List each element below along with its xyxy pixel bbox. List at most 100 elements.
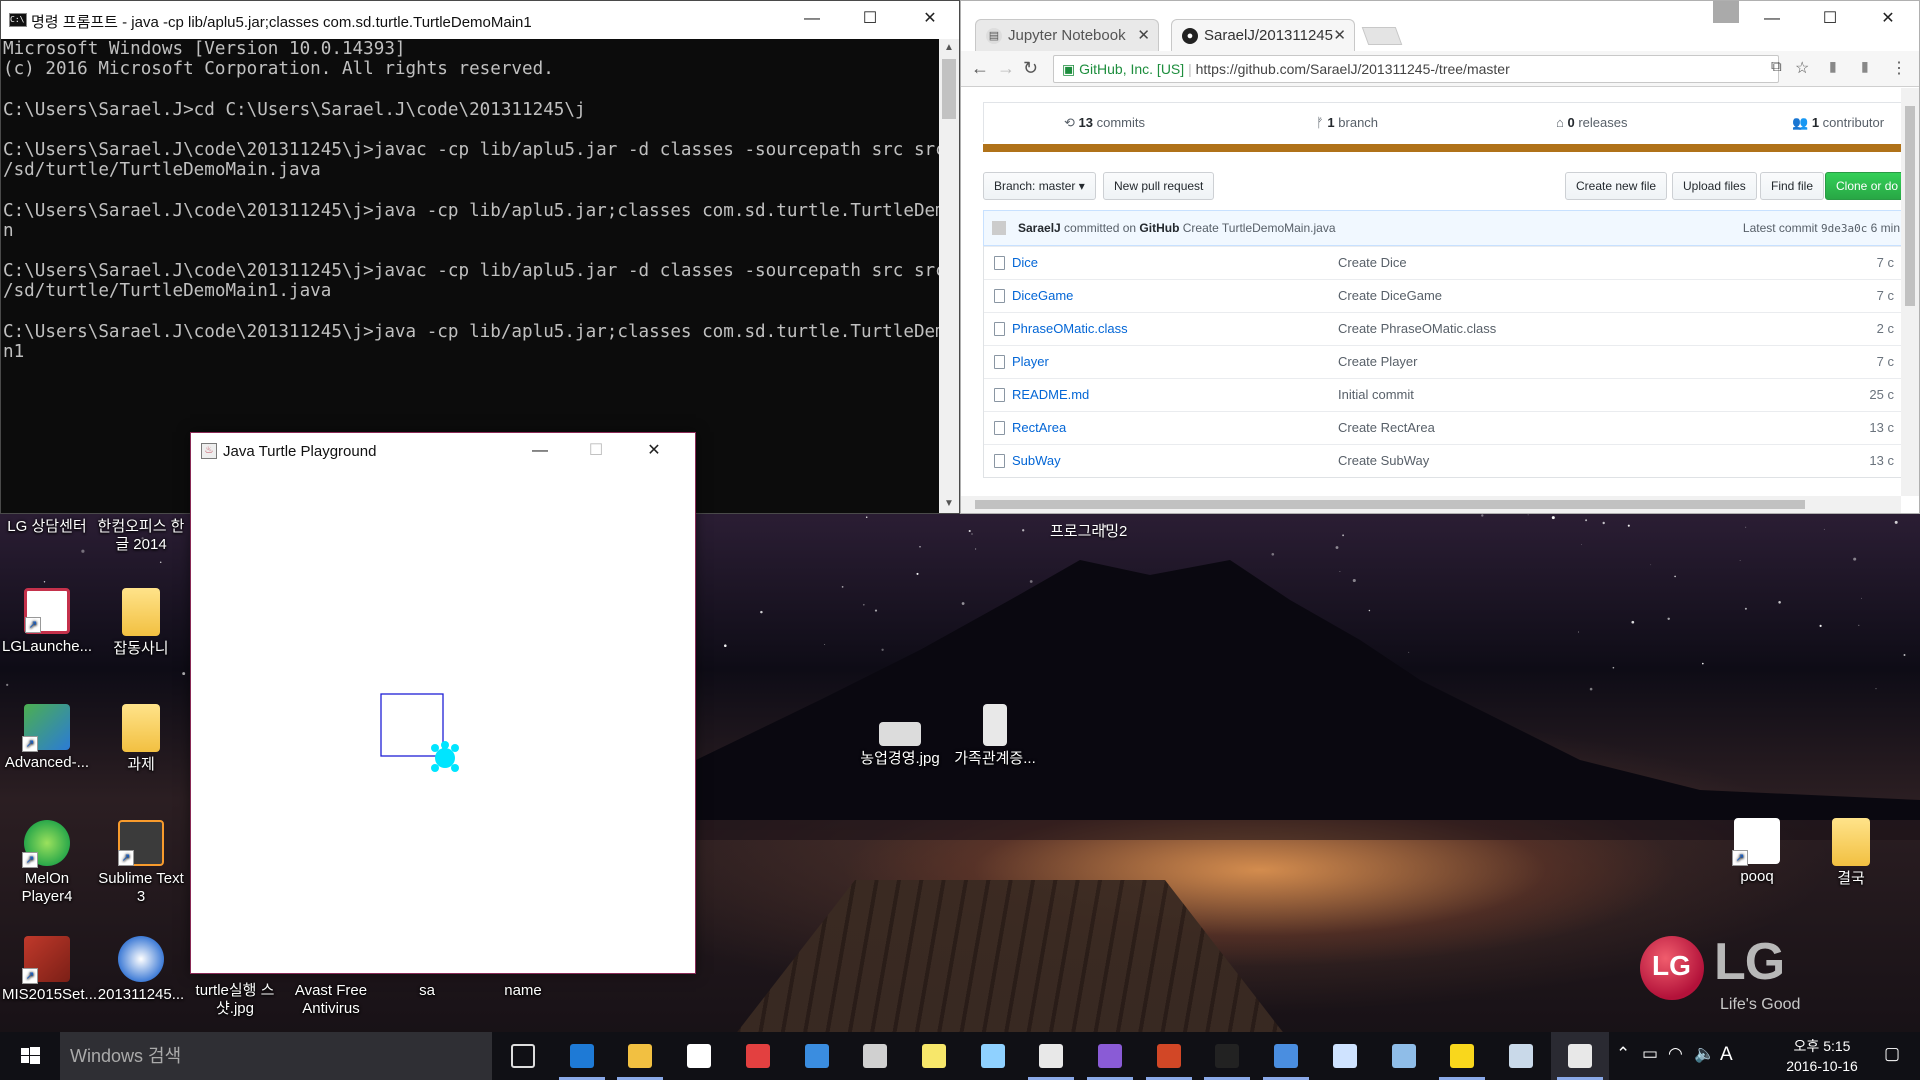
desktop-icon-name[interactable]: name — [478, 982, 568, 1000]
desktop-icon-avast[interactable]: Avast Free Antivirus — [286, 982, 376, 1018]
file-commit-message[interactable]: Create SubWay — [1338, 453, 1429, 468]
taskbar-cmd-button[interactable] — [1198, 1032, 1256, 1080]
desktop-icon-lg-center[interactable]: LG 상담센터 — [2, 518, 92, 536]
taskbar-photo-button[interactable] — [1316, 1032, 1374, 1080]
file-name-link[interactable]: README.md — [1012, 387, 1089, 402]
file-row[interactable]: Dice Create Dice 7 c — [984, 246, 1901, 279]
file-row[interactable]: PhraseOMatic.class Create PhraseOMatic.cl… — [984, 312, 1901, 345]
minimize-button[interactable]: — — [517, 433, 563, 469]
taskbar-kakaotalk-button[interactable] — [1433, 1032, 1491, 1080]
wifi-icon[interactable]: ◠ — [1668, 1044, 1683, 1064]
extension-icon[interactable]: ▮ — [1829, 58, 1837, 75]
desktop-icon-melon[interactable]: MelOn Player4 — [2, 820, 92, 906]
file-name-link[interactable]: DiceGame — [1012, 288, 1073, 303]
close-button[interactable]: ✕ — [631, 433, 677, 469]
file-row[interactable]: SubWay Create SubWay 13 c — [984, 444, 1901, 477]
desktop-icon-folder-japdong[interactable]: 잡동사니 — [96, 588, 186, 658]
close-button[interactable]: ✕ — [1865, 1, 1911, 37]
tab-jupyter[interactable]: ▤ Jupyter Notebook ✕ — [975, 19, 1159, 51]
taskbar-sticky-notes-button[interactable] — [905, 1032, 963, 1080]
scroll-thumb[interactable] — [975, 500, 1805, 509]
battery-icon[interactable]: ▭ — [1642, 1044, 1658, 1064]
back-icon[interactable]: ← — [971, 58, 989, 79]
file-commit-message[interactable]: Create Player — [1338, 354, 1417, 369]
commits-stat[interactable]: ⟲ 13 commits — [1064, 115, 1145, 131]
file-commit-message[interactable]: Initial commit — [1338, 387, 1414, 402]
page-vertical-scrollbar[interactable] — [1901, 88, 1919, 496]
taskbar-powerpoint-button[interactable] — [1140, 1032, 1198, 1080]
taskbar-file-explorer-button[interactable] — [611, 1032, 669, 1080]
taskbar-store-button[interactable] — [670, 1032, 728, 1080]
desktop-icon-zip[interactable]: 201311245... — [96, 936, 186, 1004]
file-commit-message[interactable]: Create RectArea — [1338, 420, 1435, 435]
scroll-up-icon[interactable]: ▲ — [939, 39, 959, 57]
taskbar-task-view-button[interactable] — [494, 1032, 552, 1080]
upload-files-button[interactable]: Upload files — [1672, 172, 1757, 200]
file-commit-message[interactable]: Create DiceGame — [1338, 288, 1442, 303]
desktop-icon-mis2015[interactable]: MIS2015Set... — [2, 936, 97, 1004]
cmd-title-bar[interactable]: C:\ 명령 프롬프트 - java -cp lib/aplu5.jar;cla… — [1, 1, 959, 39]
cmd-vertical-scrollbar[interactable]: ▲ ▼ — [939, 39, 959, 513]
address-bar[interactable]: ▣ GitHub, Inc. [US] | https://github.com… — [1053, 55, 1779, 83]
close-tab-icon[interactable]: ✕ — [1333, 26, 1346, 44]
windows-search-box[interactable]: Windows 검색 — [60, 1032, 492, 1080]
commit-sha[interactable]: 9de3a0c — [1821, 222, 1867, 235]
volume-icon[interactable]: 🔈 — [1694, 1044, 1715, 1064]
minimize-button[interactable]: — — [789, 1, 835, 37]
profile-icon[interactable] — [1713, 1, 1739, 23]
clone-download-button[interactable]: Clone or do — [1825, 172, 1901, 200]
create-new-file-button[interactable]: Create new file — [1565, 172, 1668, 200]
commit-author[interactable]: SaraelJ — [1018, 221, 1061, 235]
file-row[interactable]: Player Create Player 7 c — [984, 345, 1901, 378]
language-bar[interactable] — [983, 144, 1901, 152]
commit-message[interactable]: Create TurtleDemoMain.java — [1183, 221, 1336, 235]
extension-icon-2[interactable]: ▮ — [1861, 58, 1869, 75]
desktop-icon-nongup-jpg[interactable]: 농업경영.jpg — [855, 704, 945, 768]
maximize-button[interactable]: ☐ — [573, 433, 619, 469]
taskbar-ie-button[interactable] — [788, 1032, 846, 1080]
close-tab-icon[interactable]: ✕ — [1137, 26, 1150, 44]
file-commit-message[interactable]: Create Dice — [1338, 255, 1407, 270]
desktop-icon-family-cert[interactable]: 가족관계증... — [950, 704, 1040, 768]
file-name-link[interactable]: Dice — [1012, 255, 1038, 270]
contributor-stat[interactable]: 👥 1 contributor — [1792, 115, 1884, 131]
maximize-button[interactable]: ☐ — [1807, 1, 1853, 37]
new-tab-button[interactable] — [1361, 27, 1403, 45]
forward-icon[interactable]: → — [997, 58, 1015, 79]
file-row[interactable]: README.md Initial commit 25 c — [984, 378, 1901, 411]
releases-stat[interactable]: ⌂ 0 releases — [1556, 115, 1627, 130]
taskbar-app-icon-3-button[interactable] — [1257, 1032, 1315, 1080]
start-button[interactable] — [0, 1032, 60, 1080]
desktop-icon-hancom[interactable]: 한컴오피스 한글 2014 — [96, 518, 186, 554]
file-name-link[interactable]: RectArea — [1012, 420, 1066, 435]
file-name-link[interactable]: Player — [1012, 354, 1049, 369]
scroll-thumb[interactable] — [942, 59, 956, 119]
minimize-button[interactable]: — — [1749, 1, 1795, 37]
desktop-icon-turtle-screenshot[interactable]: turtle실행 스샷.jpg — [190, 982, 280, 1018]
desktop-icon-folder-assignment[interactable]: 과제 — [96, 704, 186, 774]
desktop-icon-folder-result[interactable]: 결국 — [1806, 818, 1896, 888]
taskbar-app-icon-4-button[interactable] — [1375, 1032, 1433, 1080]
taskbar-app-button[interactable] — [846, 1032, 904, 1080]
java-turtle-window[interactable]: ♨ Java Turtle Playground — ☐ ✕ — [190, 432, 696, 974]
bookmark-star-icon[interactable]: ☆ — [1795, 58, 1809, 78]
action-center-icon[interactable]: ▢ — [1884, 1044, 1900, 1064]
desktop-icon-lglauncher[interactable]: LGLaunche... — [2, 588, 92, 656]
page-horizontal-scrollbar[interactable] — [961, 496, 1901, 513]
file-row[interactable]: RectArea Create RectArea 13 c — [984, 411, 1901, 444]
file-commit-message[interactable]: Create PhraseOMatic.class — [1338, 321, 1496, 336]
taskbar-paint-button[interactable] — [1492, 1032, 1550, 1080]
reload-icon[interactable]: ↻ — [1023, 58, 1038, 79]
tab-github[interactable]: ● SaraelJ/201311245 ✕ — [1171, 19, 1355, 51]
taskbar-edge-button[interactable] — [553, 1032, 611, 1080]
system-clock[interactable]: 오후 5:15 2016-10-16 — [1774, 1036, 1870, 1076]
file-row[interactable]: DiceGame Create DiceGame 7 c — [984, 279, 1901, 312]
desktop-icon-advanced[interactable]: Advanced-... — [2, 704, 92, 772]
chrome-window[interactable]: ▤ Jupyter Notebook ✕ ● SaraelJ/201311245… — [960, 0, 1920, 514]
show-hidden-icons-icon[interactable]: ⌃ — [1616, 1044, 1630, 1064]
turtle-title-bar[interactable]: ♨ Java Turtle Playground — ☐ ✕ — [191, 433, 695, 469]
maximize-button[interactable]: ☐ — [847, 1, 893, 37]
taskbar-chrome-button[interactable] — [1022, 1032, 1080, 1080]
desktop-icon-pooq[interactable]: pooq — [1712, 818, 1802, 886]
file-name-link[interactable]: SubWay — [1012, 453, 1061, 468]
